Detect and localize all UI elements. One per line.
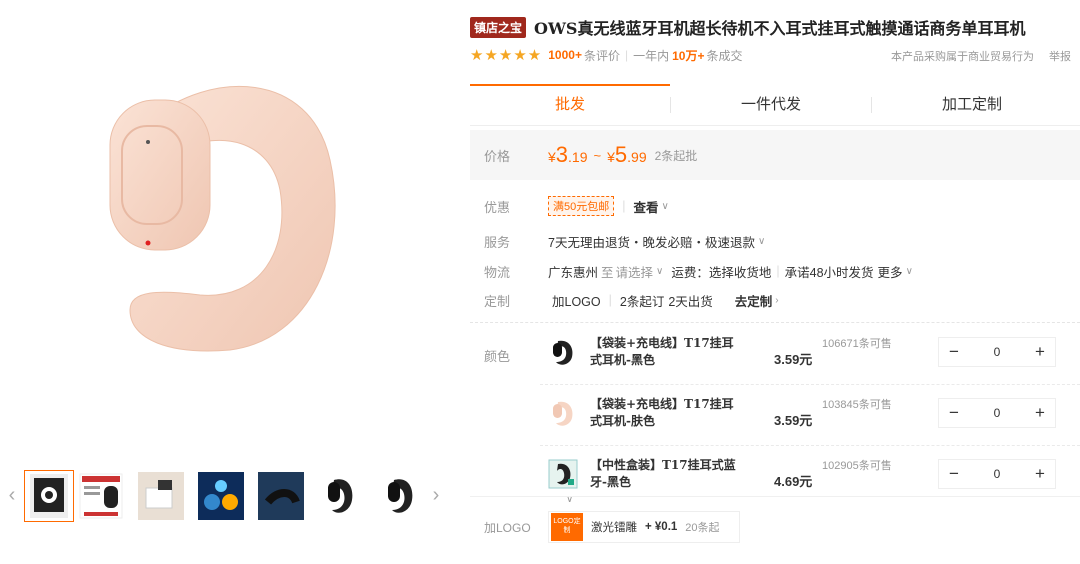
quantity-stepper: − 0 +: [938, 398, 1056, 428]
logistics-more-link[interactable]: 更多: [878, 262, 903, 281]
shipping-fee: 运费：选择收货地: [671, 265, 772, 280]
decrease-button[interactable]: −: [939, 342, 969, 362]
addon-laser-engraving-card[interactable]: LOGO定制 激光镭雕 + ¥0.1 20条起: [548, 511, 740, 543]
ship-promise: 承诺48小时发货: [784, 265, 874, 280]
sku-boxed-earbud-image[interactable]: [548, 459, 578, 489]
quantity-input[interactable]: 0: [977, 467, 1017, 481]
year-label: 一年内: [633, 48, 670, 63]
thumbnail-2[interactable]: [76, 470, 126, 522]
decrease-button[interactable]: −: [939, 464, 969, 484]
sku-name: 【袋装+充电线】T17挂耳式耳机-肤色: [590, 397, 734, 428]
logistics-row: 物流 广东惠州 至 请选择 ∨ 运费：选择收货地 | 承诺48小时发货 更多 ∨: [470, 261, 1080, 281]
price-tilde: ~: [593, 147, 602, 163]
thumbnail-strip: ‹ ›: [4, 466, 444, 526]
sku-price: 4.69元: [774, 474, 813, 489]
tab-customization[interactable]: 加工定制: [872, 84, 1072, 125]
addon-bar: 加LOGO LOGO定制 激光镭雕 + ¥0.1 20条起: [470, 496, 1080, 564]
go-customize-link[interactable]: 去定制: [735, 291, 773, 310]
thumbnail-1[interactable]: [24, 470, 74, 522]
shop-treasure-badge: 镇店之宝: [470, 16, 527, 38]
divider: |: [622, 199, 626, 213]
quantity-stepper: − 0 +: [938, 459, 1056, 489]
trade-note: 本产品采购属于商业贸易行为: [891, 51, 1034, 63]
price-low: ¥3.19: [548, 142, 588, 167]
quantity-input[interactable]: 0: [977, 406, 1017, 420]
sku-name: 【袋装+充电线】T17挂耳式耳机-黑色: [590, 336, 734, 367]
price-box: 价格 ¥3.19 ~ ¥5.99 2条起批: [470, 130, 1080, 180]
decrease-button[interactable]: −: [939, 403, 969, 423]
sku-stock: 106671条可售: [822, 338, 892, 350]
custom-days: 2天出货: [668, 294, 713, 309]
logistics-to: 至: [601, 265, 614, 280]
divider: |: [608, 293, 612, 307]
addon-name: 激光镭雕: [591, 522, 637, 534]
custom-logo: 加LOGO: [552, 294, 601, 309]
thumbnail-4[interactable]: [196, 470, 246, 522]
chevron-down-icon: ∨: [661, 200, 669, 212]
custom-min: 2条起订: [619, 294, 665, 309]
divider: |: [776, 264, 780, 278]
custom-row: 定制 加LOGO | 2条起订 2天出货 去定制 ›: [470, 290, 1080, 310]
sold-count: 10万+: [672, 48, 705, 63]
thumbs-prev-arrow-icon[interactable]: ‹: [4, 480, 20, 510]
logistics-origin: 广东惠州: [548, 265, 599, 280]
custom-label: 定制: [484, 293, 511, 309]
main-product-image: [30, 50, 430, 410]
thumbnail-3[interactable]: [136, 470, 186, 522]
min-order: 2条起批: [654, 148, 698, 163]
chevron-down-icon: ∨: [656, 265, 664, 277]
thumbnail-6[interactable]: [316, 470, 366, 522]
report-link[interactable]: 举报: [1049, 48, 1071, 64]
sku-stock: 102905条可售: [822, 460, 892, 472]
reviews-count[interactable]: 1000+: [548, 48, 582, 62]
increase-button[interactable]: +: [1025, 342, 1055, 362]
addon-label: 加LOGO: [484, 521, 531, 535]
chevron-down-icon: ∨: [757, 235, 766, 247]
thumbs-next-arrow-icon[interactable]: ›: [428, 480, 444, 510]
sku-black-earbud-image[interactable]: [548, 337, 578, 367]
addon-min: 20条起: [685, 522, 720, 534]
thumbnail-5[interactable]: [256, 470, 306, 522]
sku-price: 3.59元: [774, 352, 813, 367]
chevron-right-icon: ›: [775, 294, 779, 306]
sku-skin-earbud-image[interactable]: [548, 398, 578, 428]
service-text[interactable]: 7天无理由退货・晚发必赔・极速退款: [548, 232, 755, 251]
addon-price: + ¥0.1: [645, 521, 678, 533]
sku-price: 3.59元: [774, 413, 813, 428]
sku-stock: 103845条可售: [822, 399, 892, 411]
sku-row: 【袋装+充电线】T17挂耳式耳机-黑色 3.59元 106671条可售 − 0 …: [540, 325, 1080, 385]
section-divider: [470, 322, 1080, 323]
price-label: 价格: [484, 148, 511, 164]
promo-label: 优惠: [484, 199, 511, 215]
product-title-row: 镇店之宝 OWS真无线蓝牙耳机超长待机不入耳式挂耳式触摸通话商务单耳耳机: [470, 14, 1080, 40]
sku-color-label: 颜色: [484, 349, 511, 364]
quantity-stepper: − 0 +: [938, 337, 1056, 367]
sku-name: 【中性盒装】T17挂耳式蓝牙-黑色: [590, 458, 736, 489]
product-title: OWS真无线蓝牙耳机超长待机不入耳式挂耳式触摸通话商务单耳耳机: [534, 19, 1026, 38]
price-high: ¥5.99: [607, 142, 647, 167]
free-shipping-coupon[interactable]: 满50元包邮: [548, 196, 615, 216]
promo-row: 优惠 满50元包邮 | 查看 ∨: [470, 196, 1080, 216]
star-rating-icon: ★★★★★: [470, 47, 543, 64]
tab-wholesale[interactable]: 批发: [470, 84, 670, 125]
addon-thumb: LOGO定制: [551, 513, 583, 541]
service-label: 服务: [484, 234, 511, 250]
sku-row: 【袋装+充电线】T17挂耳式耳机-肤色 3.59元 103845条可售 − 0 …: [540, 386, 1080, 446]
thumbnail-7[interactable]: [376, 470, 426, 522]
increase-button[interactable]: +: [1025, 403, 1055, 423]
service-row: 服务 7天无理由退货・晚发必赔・极速退款 ∨: [470, 231, 1080, 251]
tab-dropship[interactable]: 一件代发: [671, 84, 871, 125]
chevron-down-icon: ∨: [905, 265, 913, 277]
quantity-input[interactable]: 0: [977, 345, 1017, 359]
promo-view-link[interactable]: 查看: [634, 197, 659, 216]
logistics-label: 物流: [484, 264, 511, 280]
divider: |: [624, 48, 629, 62]
increase-button[interactable]: +: [1025, 464, 1055, 484]
logistics-destination-select[interactable]: 请选择: [616, 262, 654, 281]
rating-row: ★★★★★ 1000+ 条评价 | 一年内 10万+ 条成交 本产品采购属于商业…: [470, 44, 1080, 66]
purchase-mode-tabs: 批发 一件代发 加工定制: [470, 84, 1080, 126]
reviews-label[interactable]: 条评价: [584, 47, 620, 64]
sold-label: 条成交: [706, 48, 743, 63]
